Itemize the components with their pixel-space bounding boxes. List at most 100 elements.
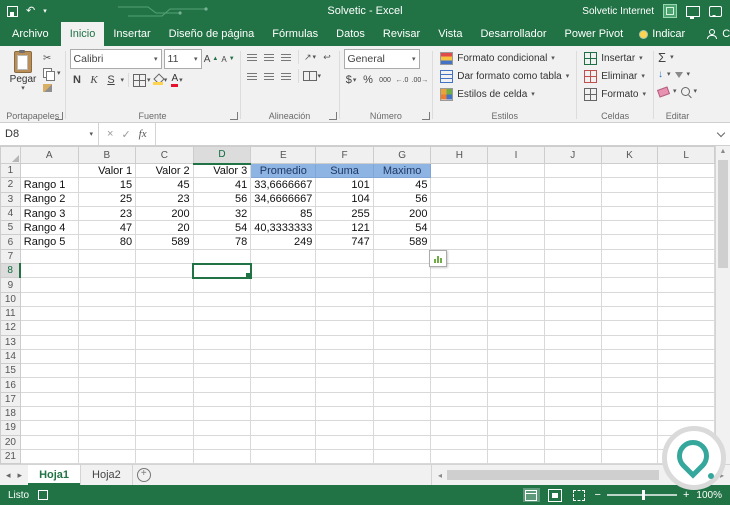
cell-G3[interactable]: 56 — [373, 192, 432, 207]
column-header-L[interactable]: L — [657, 146, 715, 164]
cell-I13[interactable] — [487, 335, 545, 350]
cell-G17[interactable] — [373, 392, 432, 408]
cell-H12[interactable] — [430, 320, 489, 336]
cut-button[interactable]: ✂ — [43, 51, 61, 65]
cell-F3[interactable]: 104 — [315, 192, 374, 207]
align-middle-button[interactable] — [262, 49, 277, 65]
fill-button[interactable]: ↓ — [658, 69, 663, 80]
cell-F5[interactable]: 121 — [315, 220, 374, 236]
bold-button[interactable]: N — [70, 72, 85, 88]
cell-G6[interactable]: 589 — [373, 234, 432, 250]
cell-I18[interactable] — [487, 406, 545, 422]
cell-D16[interactable] — [193, 377, 252, 393]
cell-I6[interactable] — [487, 234, 545, 250]
cell-H18[interactable] — [430, 406, 489, 422]
sheet-nav-prev-icon[interactable]: ◂ — [6, 470, 11, 481]
tab-desarrollador[interactable]: Desarrollador — [471, 22, 555, 46]
cell-L9[interactable] — [657, 277, 715, 293]
cell-E18[interactable] — [250, 406, 317, 422]
confirm-entry-icon[interactable]: ✓ — [121, 128, 130, 141]
cell-A12[interactable] — [20, 320, 79, 336]
scroll-left-icon[interactable]: ◂ — [435, 471, 445, 480]
align-center-button[interactable] — [262, 68, 277, 84]
cell-L8[interactable] — [657, 263, 715, 279]
column-header-A[interactable]: A — [19, 146, 79, 164]
dialog-launcher-icon[interactable] — [422, 112, 431, 120]
cell-J11[interactable] — [544, 306, 602, 322]
tab-insertar[interactable]: Insertar — [104, 22, 159, 46]
row-header-12[interactable]: 12 — [0, 320, 21, 336]
cell-D19[interactable] — [193, 420, 252, 436]
vertical-scrollbar[interactable]: ▲ ▼ — [715, 146, 730, 464]
cell-H17[interactable] — [430, 392, 489, 408]
cell-C8[interactable] — [135, 263, 194, 279]
cell-K14[interactable] — [601, 349, 659, 365]
underline-button[interactable]: S — [104, 72, 119, 88]
cell-D18[interactable] — [193, 406, 252, 422]
cell-H15[interactable] — [430, 363, 489, 379]
chat-icon[interactable] — [709, 5, 722, 17]
column-header-G[interactable]: G — [372, 146, 432, 164]
cell-E17[interactable] — [250, 392, 317, 408]
cell-A21[interactable] — [20, 449, 79, 464]
shrink-font-button[interactable]: A ▼ — [221, 51, 236, 67]
cell-K12[interactable] — [601, 320, 659, 336]
cell-D5[interactable]: 54 — [193, 220, 252, 236]
cell-I1[interactable] — [487, 163, 545, 179]
clear-button[interactable] — [656, 85, 671, 98]
cell-G8[interactable] — [373, 263, 432, 279]
cell-I9[interactable] — [487, 277, 545, 293]
cell-J4[interactable] — [544, 206, 602, 222]
cell-B16[interactable] — [78, 377, 137, 393]
underline-dropdown-icon[interactable]: ▾ — [121, 77, 125, 84]
cell-J17[interactable] — [544, 392, 602, 408]
cell-D12[interactable] — [193, 320, 252, 336]
cell-E3[interactable]: 34,6666667 — [250, 192, 317, 207]
cell-B18[interactable] — [78, 406, 137, 422]
cell-L7[interactable] — [657, 249, 715, 265]
cell-C14[interactable] — [135, 349, 194, 365]
cell-H16[interactable] — [430, 377, 489, 393]
cell-H13[interactable] — [430, 335, 489, 350]
cell-I11[interactable] — [487, 306, 545, 322]
row-header-17[interactable]: 17 — [0, 391, 21, 408]
cell-D2[interactable]: 41 — [193, 177, 252, 193]
cell-C15[interactable] — [135, 363, 194, 379]
row-header-3[interactable]: 3 — [0, 191, 21, 207]
cell-A3[interactable]: Rango 2 — [20, 192, 79, 207]
dialog-launcher-icon[interactable] — [229, 112, 238, 120]
cell-E15[interactable] — [250, 363, 317, 379]
cell-I5[interactable] — [487, 220, 545, 236]
cell-H5[interactable] — [430, 220, 489, 236]
cell-G7[interactable] — [373, 249, 432, 265]
format-painter-button[interactable] — [43, 81, 61, 95]
row-header-6[interactable]: 6 — [0, 234, 21, 250]
cell-J1[interactable] — [544, 163, 602, 179]
cell-K16[interactable] — [601, 377, 659, 393]
cell-L17[interactable] — [657, 392, 715, 408]
cell-B9[interactable] — [78, 277, 137, 293]
cell-K11[interactable] — [601, 306, 659, 322]
cell-I3[interactable] — [487, 192, 545, 207]
cell-I21[interactable] — [487, 449, 545, 464]
cell-C3[interactable]: 23 — [135, 192, 194, 207]
name-box-dropdown-icon[interactable]: ▾ — [89, 131, 93, 138]
cell-J8[interactable] — [544, 263, 602, 279]
cell-A15[interactable] — [20, 363, 79, 379]
cell-A9[interactable] — [20, 277, 79, 293]
cell-H14[interactable] — [430, 349, 489, 365]
cell-D15[interactable] — [193, 363, 252, 379]
cell-J10[interactable] — [544, 292, 602, 307]
cell-L14[interactable] — [657, 349, 715, 365]
row-header-1[interactable]: 1 — [0, 162, 21, 179]
align-left-button[interactable] — [245, 68, 260, 84]
cell-J18[interactable] — [544, 406, 602, 422]
cell-C11[interactable] — [135, 306, 194, 322]
cell-L10[interactable] — [657, 292, 715, 307]
cell-I12[interactable] — [487, 320, 545, 336]
cell-K17[interactable] — [601, 392, 659, 408]
monitor-icon[interactable] — [686, 5, 700, 19]
cell-C17[interactable] — [135, 392, 194, 408]
cell-F7[interactable] — [315, 249, 374, 265]
cell-C4[interactable]: 200 — [135, 206, 194, 222]
